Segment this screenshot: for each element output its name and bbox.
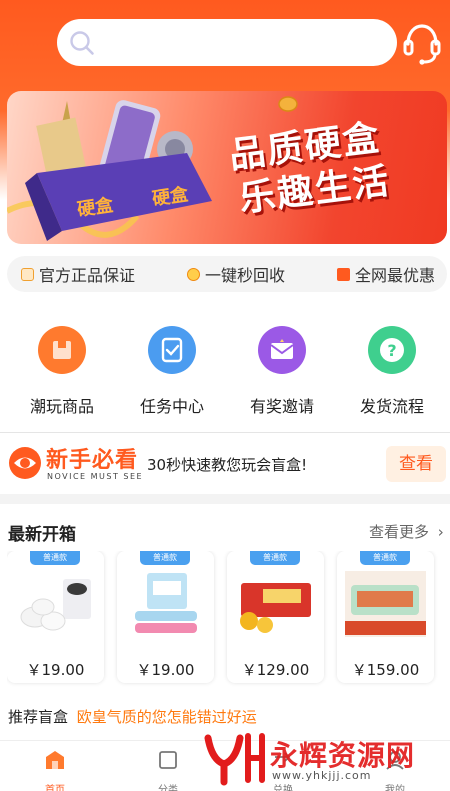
view-more-label: 查看更多 <box>369 523 430 541</box>
watermark-text: 永辉资源网 <box>270 739 416 772</box>
latest-products-list[interactable]: 普通款 ￥19.00 普通款 ￥19.00 普通款 ￥129.00 普通款 ￥1… <box>7 551 450 687</box>
product-card[interactable]: 普通款 ￥19.00 <box>117 551 214 683</box>
watermark-logo-icon <box>204 733 265 786</box>
shortcut-label: 发货流程 <box>359 397 424 416</box>
recycle-coin-icon <box>186 267 200 281</box>
novice-title: 新手必看 <box>46 448 139 473</box>
search-bar[interactable] <box>57 19 397 66</box>
recommend-header: 推荐盲盒 欧皇气质的您怎能错过好运 <box>8 706 257 727</box>
product-image <box>240 583 311 633</box>
discount-tag-icon <box>336 267 350 281</box>
view-more-link[interactable]: 查看更多 › <box>369 521 444 542</box>
task-icon <box>148 326 196 374</box>
shortcut-trendy-goods[interactable]: 潮玩商品 <box>7 326 117 417</box>
tier-badge: 普通款 <box>30 551 80 565</box>
shortcut-grid: 潮玩商品 任务中心 有奖邀请 ? 发货流程 <box>0 326 450 416</box>
section-separator <box>0 494 450 504</box>
shortcut-task-center[interactable]: 任务中心 <box>117 326 227 417</box>
guarantee-strip: 官方正品保证 一键秒回收 全网最优惠 <box>7 256 447 292</box>
novice-guide-banner[interactable]: 新手必看 NOVICE MUST SEE 30秒快速教您玩会盲盒! 查看 <box>0 436 450 492</box>
eye-logo-icon <box>9 447 41 479</box>
tier-badge: 普通款 <box>250 551 300 565</box>
product-image <box>20 579 91 631</box>
tab-label: 首页 <box>45 785 65 791</box>
latest-section-title: 最新开箱 <box>8 525 76 545</box>
banner-slogan: 品质硬盒 乐趣生活 <box>227 118 393 221</box>
product-card[interactable]: 普通款 ￥159.00 <box>337 551 434 683</box>
guarantee-label: 全网最优惠 <box>354 266 435 285</box>
novice-description: 30秒快速教您玩会盲盒! <box>147 456 308 474</box>
box-icon <box>38 326 86 374</box>
blind-box-illustration: 硬盒 硬盒 <box>7 100 212 241</box>
watermark-url: www.yhkjjj.com <box>272 769 372 782</box>
divider <box>0 432 450 433</box>
product-price: ￥19.00 <box>26 661 85 679</box>
guarantee-label: 一键秒回收 <box>204 266 285 285</box>
tier-badge: 普通款 <box>360 551 410 565</box>
product-card[interactable]: 普通款 ￥129.00 <box>227 551 324 683</box>
product-price: ￥129.00 <box>241 661 310 679</box>
shortcut-invite[interactable]: 有奖邀请 <box>227 326 337 417</box>
novice-subtitle: NOVICE MUST SEE <box>47 472 144 481</box>
customer-service-icon[interactable] <box>402 22 442 66</box>
guarantee-discount: 全网最优惠 <box>336 262 435 286</box>
tab-home[interactable]: 首页 <box>0 749 110 791</box>
view-button[interactable]: 查看 <box>386 446 446 482</box>
guarantee-official: 官方正品保证 <box>21 262 135 286</box>
home-icon <box>46 751 64 769</box>
certificate-icon <box>21 267 34 281</box>
shortcut-label: 有奖邀请 <box>249 397 314 416</box>
chevron-right-icon: › <box>437 523 444 541</box>
watermark: 永辉资源网 www.yhkjjj.com <box>202 730 432 786</box>
invite-icon <box>258 326 306 374</box>
search-icon <box>70 31 94 55</box>
product-card[interactable]: 普通款 ￥19.00 <box>7 551 104 683</box>
shortcut-label: 潮玩商品 <box>29 397 94 416</box>
product-price: ￥159.00 <box>351 661 420 679</box>
product-image <box>345 571 426 637</box>
category-icon <box>159 751 177 769</box>
recommend-subtitle: 欧皇气质的您怎能错过好运 <box>76 708 257 726</box>
shortcut-shipping-process[interactable]: ? 发货流程 <box>337 326 447 417</box>
tier-badge: 普通款 <box>140 551 190 565</box>
product-image <box>135 573 197 633</box>
help-icon: ? <box>368 326 416 374</box>
recommend-title: 推荐盲盒 <box>8 708 69 726</box>
guarantee-recycle: 一键秒回收 <box>186 262 285 286</box>
svg-text:?: ? <box>387 341 396 360</box>
shortcut-label: 任务中心 <box>139 397 204 416</box>
gold-coin-icon <box>278 96 298 112</box>
promo-banner[interactable]: 硬盒 硬盒 品质硬盒 乐趣生活 <box>7 91 447 244</box>
product-price: ￥19.00 <box>136 661 195 679</box>
guarantee-label: 官方正品保证 <box>39 266 136 285</box>
